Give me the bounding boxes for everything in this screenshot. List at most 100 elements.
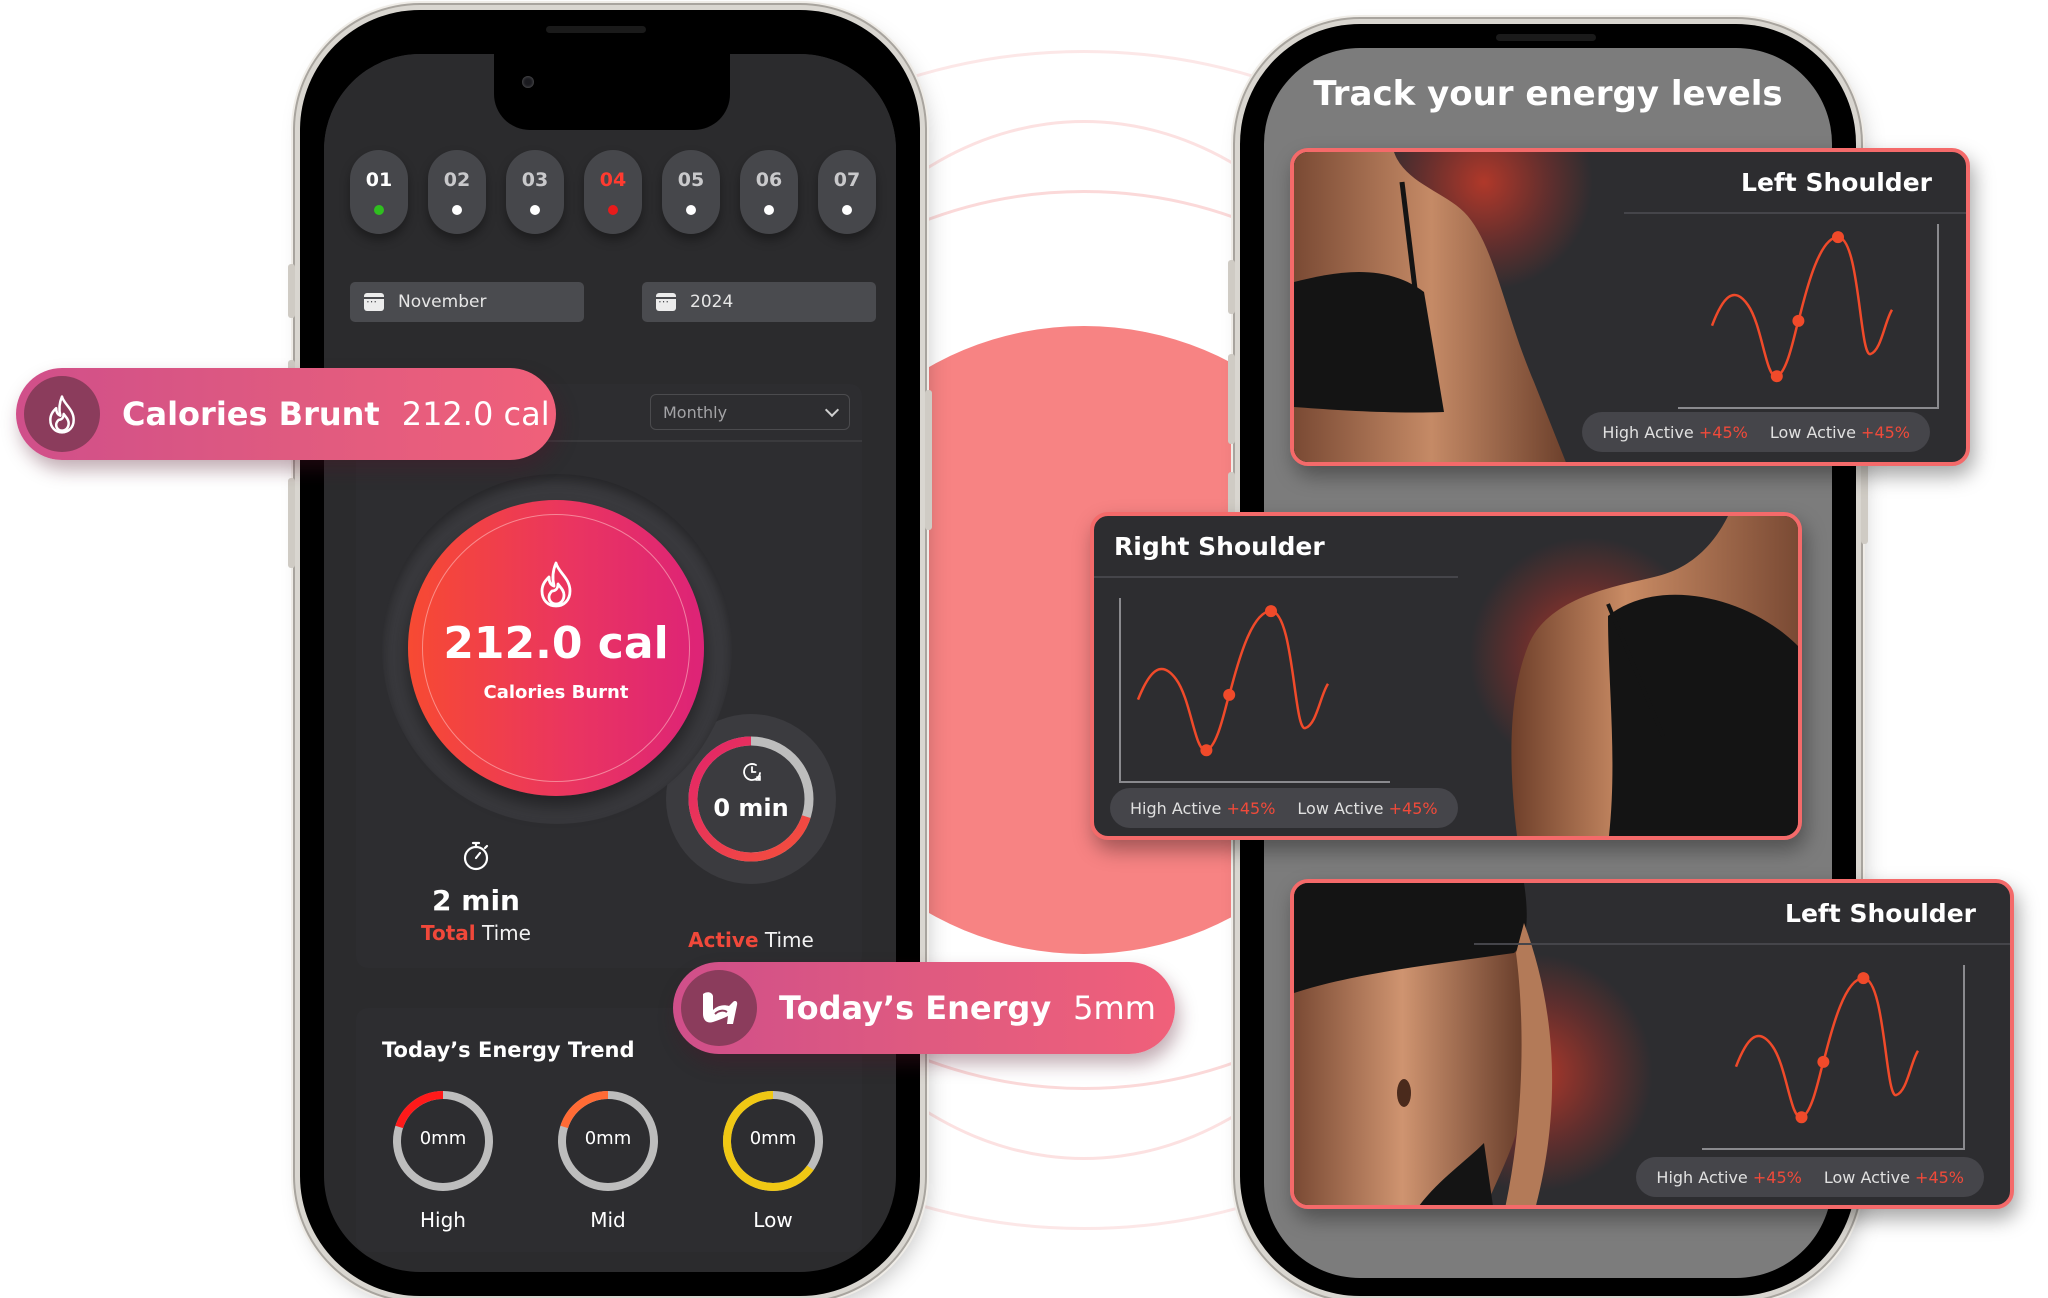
day-number: 03	[521, 169, 549, 191]
day-pill[interactable]: 05	[662, 150, 720, 234]
year-value: 2024	[690, 292, 734, 312]
energy-ring-item: 0mm Low	[718, 1088, 828, 1232]
period-dropdown-value: Monthly	[663, 402, 728, 422]
day-number: 05	[677, 169, 705, 191]
period-dropdown[interactable]: Monthly	[650, 394, 850, 430]
stopwatch-icon	[463, 841, 489, 871]
day-number: 07	[833, 169, 861, 191]
ring-value: 0mm	[749, 1128, 797, 1149]
activity-point	[1200, 744, 1213, 757]
legend-low: Low Active +45%	[1770, 423, 1910, 442]
divider	[1094, 576, 1458, 578]
legend-high-value: +45%	[1698, 422, 1748, 442]
activity-point	[1857, 972, 1870, 985]
day-number: 02	[443, 169, 471, 191]
activity-chart	[1119, 598, 1390, 783]
activity-point	[1795, 1111, 1808, 1124]
legend-high: High Active +45%	[1602, 423, 1747, 442]
year-select[interactable]: 2024	[642, 282, 876, 322]
activity-point	[1817, 1055, 1830, 1068]
ring-label: Low	[753, 1208, 793, 1232]
day-pill[interactable]: 01	[350, 150, 408, 234]
legend-high-value: +45%	[1752, 1167, 1802, 1187]
activity-line	[1710, 235, 1894, 378]
energy-pill-value: 5mm	[1073, 989, 1156, 1027]
calories-pill: Calories Brunt 212.0 cal	[16, 368, 556, 460]
body-card-abdomen[interactable]: Left Shoulder High Active +45% Low Activ…	[1290, 879, 2014, 1209]
phone-speaker	[1496, 34, 1596, 41]
energy-ring: 0mm	[390, 1088, 496, 1194]
legend-low-value: +45%	[1388, 798, 1438, 818]
divider	[1474, 943, 2010, 945]
total-time-block: 2 min Total Time	[396, 840, 556, 945]
energy-trend-title: Today’s Energy Trend	[382, 1038, 635, 1062]
card-title: Right Shoulder	[1114, 532, 1325, 561]
energy-ring: 0mm	[555, 1088, 661, 1194]
calories-pill-value: 212.0 cal	[401, 395, 550, 433]
legend-low: Low Active +45%	[1297, 799, 1437, 818]
clock-refresh-icon	[743, 763, 761, 781]
flexed-arm-icon	[681, 970, 757, 1046]
legend-low-label: Low Active	[1823, 1167, 1910, 1187]
calories-circle: 212.0 cal Calories Burnt	[408, 500, 704, 796]
legend-high: High Active +45%	[1130, 799, 1275, 818]
ring-label: Mid	[590, 1208, 626, 1232]
left-phone-screen: 01 02 03 04 05 06 07 November 2024 Monthly	[324, 54, 896, 1272]
activity-line	[1136, 609, 1330, 752]
calories-pill-label: Calories Brunt	[122, 395, 380, 433]
ring-value: 0mm	[584, 1128, 632, 1149]
activity-point	[1265, 605, 1277, 618]
activity-point	[1223, 688, 1236, 701]
ring-label: High	[420, 1208, 466, 1232]
phone-side-button	[288, 264, 295, 318]
body-photo	[1294, 883, 1654, 1205]
camera-icon	[522, 76, 534, 88]
activity-chart	[1678, 224, 1939, 409]
chart-axis	[1119, 598, 1390, 783]
card-title: Left Shoulder	[1741, 168, 1932, 197]
month-select[interactable]: November	[350, 282, 584, 322]
torso-figure	[1294, 883, 1553, 1205]
day-number: 01	[365, 169, 393, 191]
day-pill[interactable]: 03	[506, 150, 564, 234]
phone-side-button	[1228, 354, 1235, 444]
legend-low-label: Low Active	[1297, 798, 1384, 818]
day-pill[interactable]: 04	[584, 150, 642, 234]
calendar-icon	[364, 293, 384, 311]
flame-icon	[540, 561, 572, 608]
torso-figure	[1511, 516, 1798, 836]
calories-card: Monthly 212.0 cal Calories Burnt 0 min 2…	[356, 384, 862, 968]
legend-high: High Active +45%	[1656, 1168, 1801, 1187]
energy-pill: Today’s Energy 5mm	[673, 962, 1175, 1054]
activity-chart	[1702, 965, 1965, 1150]
activity-point	[1832, 231, 1844, 244]
activity-point	[1770, 370, 1783, 383]
activity-legend: High Active +45% Low Active +45%	[1636, 1157, 1984, 1197]
calories-value: 212.0 cal	[443, 618, 669, 669]
body-card-left-shoulder[interactable]: Left Shoulder High Active +45% Low Activ…	[1290, 148, 1970, 466]
day-selector: 01 02 03 04 05 06 07	[350, 150, 876, 234]
active-time-value: 0 min	[713, 794, 789, 822]
body-photo	[1458, 516, 1798, 836]
body-card-right-shoulder[interactable]: Right Shoulder High Active +45% Low Acti…	[1090, 512, 1802, 840]
torso-figure	[1294, 152, 1566, 462]
calendar-icon	[656, 293, 676, 311]
legend-low-label: Low Active	[1769, 422, 1856, 442]
activity-point	[1792, 314, 1805, 327]
month-value: November	[398, 292, 487, 312]
date-selects: November 2024	[350, 282, 876, 322]
day-status-dot	[764, 205, 774, 215]
energy-ring-item: 0mm High	[388, 1088, 498, 1232]
energy-ring-item: 0mm Mid	[553, 1088, 663, 1232]
day-pill[interactable]: 06	[740, 150, 798, 234]
phone-speaker	[546, 26, 646, 33]
day-status-dot	[686, 205, 696, 215]
legend-low-value: +45%	[1861, 422, 1910, 442]
phone-notch	[494, 54, 730, 130]
day-status-dot	[374, 205, 384, 215]
day-pill[interactable]: 07	[818, 150, 876, 234]
ring-value: 0mm	[419, 1128, 467, 1149]
day-number: 04	[599, 169, 627, 191]
legend-low-value: +45%	[1915, 1167, 1964, 1187]
day-pill[interactable]: 02	[428, 150, 486, 234]
